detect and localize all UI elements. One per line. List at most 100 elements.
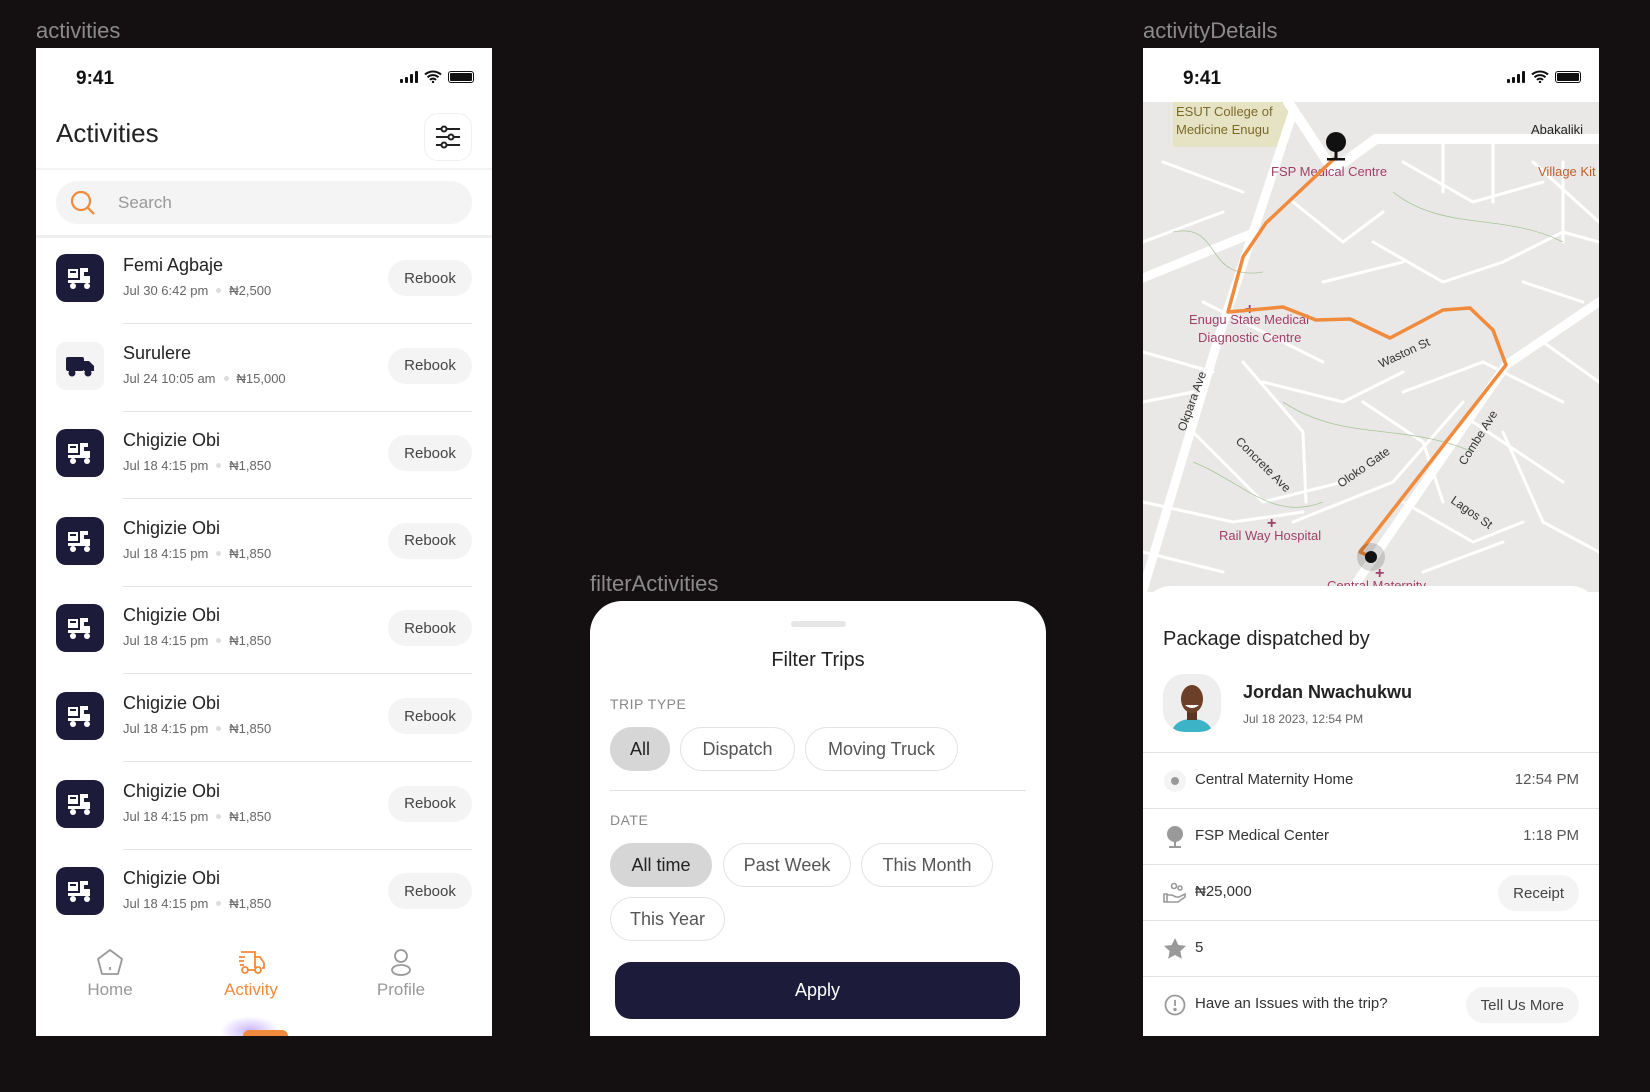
activity-name: Chigizie Obi <box>123 693 221 713</box>
svg-text:+: + <box>1267 515 1276 532</box>
filter-sheet: Filter Trips TRIP TYPE All Dispatch Movi… <box>590 601 1046 1036</box>
truck-icon <box>66 356 94 377</box>
date-label: DATE <box>610 812 649 828</box>
activity-type-icon <box>56 867 104 916</box>
battery-icon <box>448 71 474 83</box>
activity-row[interactable]: Femi Agbaje Jul 30 6:42 pm ₦2,500 Rebook <box>56 254 472 342</box>
map-label-esut-2: Medicine Enugu <box>1176 122 1269 137</box>
activity-name: Femi Agbaje <box>123 255 224 275</box>
home-icon <box>97 949 123 975</box>
section-divider <box>610 790 1026 791</box>
chip-dispatch[interactable]: Dispatch <box>680 727 795 771</box>
separator-dot <box>216 813 222 819</box>
receipt-button[interactable]: Receipt <box>1498 875 1579 911</box>
rebook-button[interactable]: Rebook <box>388 260 472 296</box>
activity-row[interactable]: Chigizie Obi Jul 18 4:15 pm ₦1,850 Rebook <box>56 516 472 605</box>
chip-this-year[interactable]: This Year <box>610 897 725 941</box>
search-icon <box>70 190 95 215</box>
nav-profile-label: Profile <box>376 980 426 999</box>
search-placeholder: Search <box>118 193 172 212</box>
rebook-button[interactable]: Rebook <box>388 347 472 384</box>
route-map[interactable]: ESUT College of Medicine Enugu FSP Medic… <box>1143 97 1599 607</box>
nav-home[interactable]: Home <box>50 948 170 1000</box>
activity-row[interactable]: Chigizie Obi Jul 18 4:15 pm ₦1,850 Rebook <box>56 692 472 780</box>
activity-amount: ₦1,850 <box>229 896 272 912</box>
map-label-esut: ESUT College of <box>1176 104 1273 119</box>
separator-dot <box>216 901 222 907</box>
user-icon <box>391 949 411 976</box>
map-label-enugu-state-2: Diagnostic Centre <box>1198 330 1301 345</box>
pickup-time: 12:54 PM <box>1514 771 1579 788</box>
activity-name: Surulere <box>123 342 192 363</box>
apply-button[interactable]: Apply <box>615 962 1020 1019</box>
status-bar: 9:41 <box>1143 62 1599 92</box>
separator-dot <box>216 726 222 731</box>
sliders-icon <box>436 125 460 149</box>
dropoff-row: FSP Medical Center 1:18 PM <box>1143 808 1599 864</box>
wifi-icon <box>424 70 442 83</box>
chip-past-week[interactable]: Past Week <box>723 843 851 887</box>
route-line <box>1226 155 1508 559</box>
details-heading: Package dispatched by <box>1163 628 1370 650</box>
activity-date: Jul 18 4:15 pm <box>123 721 209 736</box>
rebook-button[interactable]: Rebook <box>388 873 472 910</box>
tell-us-more-button[interactable]: Tell Us More <box>1465 987 1579 1023</box>
map-label-oloko: Oloko Gate <box>1335 444 1393 490</box>
row-divider <box>123 848 472 850</box>
activity-amount: ₦1,850 <box>229 808 272 824</box>
search-input[interactable]: Search <box>56 181 472 224</box>
activity-row[interactable]: Surulere Jul 24 10:05 am ₦15,000 Rebook <box>56 341 472 430</box>
nav-activity[interactable]: Activity <box>191 948 311 1000</box>
rebook-button[interactable]: Rebook <box>388 610 472 647</box>
chip-moving-truck[interactable]: Moving Truck <box>805 727 958 771</box>
activity-row[interactable]: Chigizie Obi Jul 18 4:15 pm ₦1,850 Rebook <box>56 604 472 692</box>
activity-row[interactable]: Chigizie Obi Jul 18 4:15 pm ₦1,850 Rebook <box>56 429 472 517</box>
issue-text: Have an Issues with the trip? <box>1195 995 1388 1012</box>
separator-dot <box>216 463 222 469</box>
trip-details-sheet: Package dispatched by Jordan Nwachukwu J… <box>1143 586 1599 1036</box>
activity-date: Jul 18 4:15 pm <box>123 633 209 649</box>
header-divider <box>36 168 492 170</box>
rebook-button[interactable]: Rebook <box>388 522 472 559</box>
driver-avatar <box>1163 674 1221 732</box>
map-pin-icon <box>1163 825 1187 849</box>
rebook-button[interactable]: Rebook <box>388 435 472 472</box>
activity-name: Chigizie Obi <box>123 430 221 451</box>
trip-price: ₦25,000 <box>1195 883 1252 900</box>
signal-icon <box>400 71 418 83</box>
activity-amount: ₦1,850 <box>229 633 272 649</box>
dropoff-time: 1:18 PM <box>1523 827 1579 844</box>
row-divider <box>123 323 472 324</box>
dispatch-bike-icon <box>68 268 90 289</box>
map-label-waston: Waston St <box>1376 335 1432 371</box>
chip-all-time[interactable]: All time <box>610 843 712 887</box>
sheet-title: Filter Trips <box>771 649 865 671</box>
nav-activity-label: Activity <box>224 980 278 999</box>
activity-type-icon <box>56 516 104 565</box>
activity-type-icon <box>56 341 104 390</box>
page-title: Activities <box>56 118 159 148</box>
activity-name: Chigizie Obi <box>123 605 221 626</box>
chip-all[interactable]: All <box>610 727 670 771</box>
rebook-button[interactable]: Rebook <box>388 785 472 822</box>
payment-hand-icon <box>1163 881 1187 905</box>
activity-amount: ₦2,500 <box>229 283 272 298</box>
activity-row[interactable]: Chigizie Obi Jul 18 4:15 pm ₦1,850 Rebook <box>56 779 472 868</box>
nav-profile[interactable]: Profile <box>341 948 461 1000</box>
dispatch-bike-icon <box>68 706 90 727</box>
separator-dot <box>216 638 222 644</box>
pickup-row: Central Maternity Home 12:54 PM <box>1143 752 1599 808</box>
chip-this-month[interactable]: This Month <box>861 843 993 887</box>
signal-icon <box>1507 71 1525 83</box>
dispatch-bike-icon <box>68 793 90 815</box>
dispatch-bike-icon <box>68 443 90 465</box>
filter-button[interactable] <box>424 113 472 161</box>
drag-handle[interactable] <box>791 621 846 627</box>
row-divider <box>123 761 472 762</box>
origin-marker-icon <box>1357 543 1385 571</box>
rebook-button[interactable]: Rebook <box>388 698 472 734</box>
activity-row[interactable]: Chigizie Obi Jul 18 4:15 pm ₦1,850 Rebook <box>56 867 472 955</box>
dispatch-bike-icon <box>68 530 90 552</box>
row-divider <box>123 498 472 500</box>
activities-screen: 9:41 Activities Search Femi Agbaje Jul 30… <box>36 48 492 1036</box>
